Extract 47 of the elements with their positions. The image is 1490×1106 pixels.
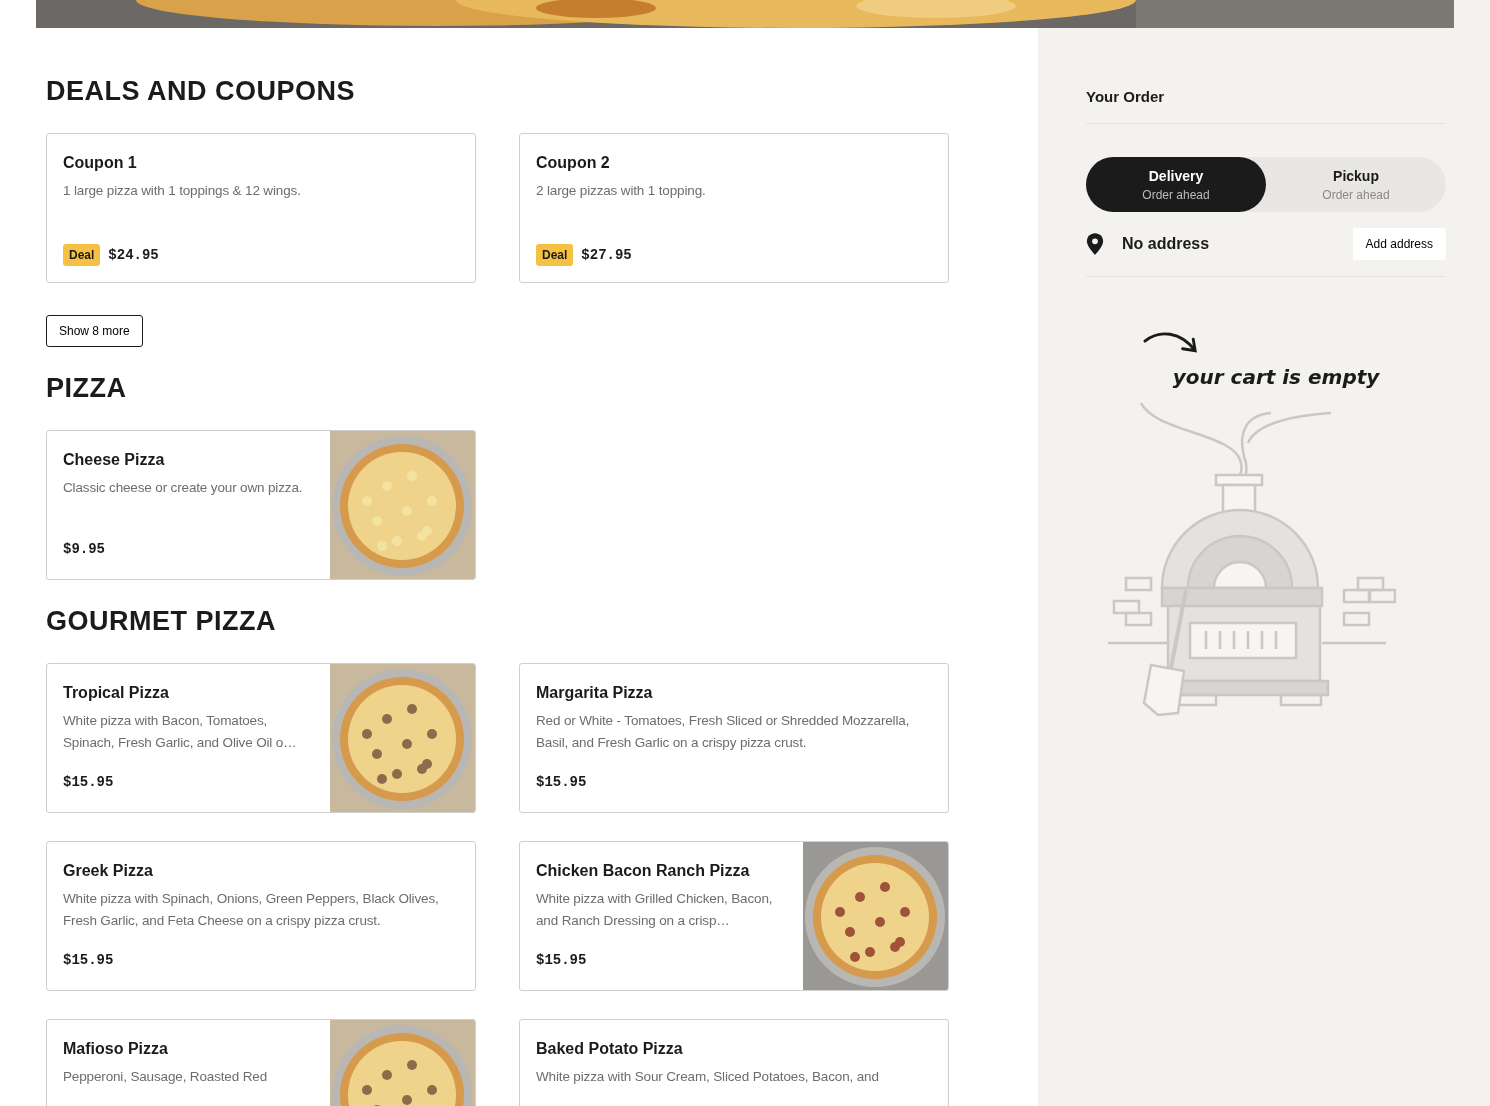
item-description: Classic cheese or create your own pizza. [63,479,304,497]
item-price: $15.95 [536,952,587,968]
add-address-button[interactable]: Add address [1352,228,1446,260]
menu-item-card[interactable]: Chicken Bacon Ranch Pizza White pizza with Grilled Chicken, Bacon, and Ranch Dressing on a crisp… $15.95 [519,841,949,991]
empty-cart-text: your cart is empty [1171,365,1380,389]
item-name: Coupon 2 [536,154,611,172]
item-price: $9.95 [63,541,105,557]
section-heading: DEALS AND COUPONS [46,78,357,105]
item-name: Baked Potato Pizza [536,1040,684,1058]
item-price: $24.95 [108,247,159,263]
show-more-button[interactable]: Show 8 more [46,315,143,347]
deal-badge: Deal [536,244,574,266]
item-description: 2 large pizzas with 1 topping. [536,182,707,200]
item-name: Tropical Pizza [63,684,170,702]
order-title: Your Order [1086,88,1166,107]
order-mode-tab[interactable]: Delivery Order ahead [1086,157,1266,212]
address-text: No address [1122,235,1211,253]
item-name: Cheese Pizza [63,451,166,469]
item-name: Chicken Bacon Ranch Pizza [536,862,751,880]
menu-item-card[interactable]: Mafioso Pizza Pepperoni, Sausage, Roasted Red [46,1019,476,1106]
section-heading: PIZZA [46,375,128,402]
item-price: $15.95 [63,774,114,790]
menu-item-card[interactable]: Tropical Pizza White pizza with Bacon, Tomatoes, Spinach, Fresh Garlic, and Olive Oil o… $15.95 [46,663,476,813]
item-description: White pizza with Spinach, Onions, Green Peppers, Black Olives, Fresh Garlic, and Feta Cheese on a crispy pizza crust. [63,890,440,930]
menu-item-card[interactable]: Cheese Pizza Classic cheese or create your own pizza. $9.95 [46,430,476,580]
menu-item-card[interactable]: Greek Pizza White pizza with Spinach, Onions, Green Peppers, Black Olives, Fresh Garlic, and Feta Cheese on a crispy pizza crust. $15.95 [46,841,476,991]
item-description: White pizza with Grilled Chicken, Bacon, and Ranch Dressing on a crisp… [536,890,774,930]
item-name: Coupon 1 [63,154,138,172]
menu-item-card[interactable]: Coupon 2 2 large pizzas with 1 topping. Deal $27.95 [519,133,949,283]
item-name: Margarita Pizza [536,684,654,702]
location-pin-icon [1086,233,1104,255]
item-name: Greek Pizza [63,862,154,880]
menu-item-card[interactable]: Baked Potato Pizza White pizza with Sour Cream, Sliced Potatoes, Bacon, and [519,1019,949,1106]
section-heading: GOURMET PIZZA [46,608,277,635]
deal-badge: Deal [63,244,101,266]
menu-item-card[interactable]: Margarita Pizza Red or White - Tomatoes, Fresh Sliced or Shredded Mozzarella, Basil, and Fresh Garlic on a crispy pizza crust. $15.95 [519,663,949,813]
item-description: Red or White - Tomatoes, Fresh Sliced or Shredded Mozzarella, Basil, and Fresh Garlic on a crispy pizza crust. [536,712,911,752]
item-description: Pepperoni, Sausage, Roasted Red [63,1068,268,1086]
item-price: $15.95 [536,774,587,790]
item-description: White pizza with Bacon, Tomatoes, Spinach, Fresh Garlic, and Olive Oil o… [63,712,298,752]
item-description: 1 large pizza with 1 toppings & 12 wings. [63,182,302,200]
item-name: Mafioso Pizza [63,1040,169,1058]
item-price: $15.95 [63,952,114,968]
menu-item-card[interactable]: Coupon 1 1 large pizza with 1 toppings & 12 wings. Deal $24.95 [46,133,476,283]
order-mode-tab[interactable]: Pickup Order ahead [1266,157,1446,212]
item-price: $27.95 [581,247,632,263]
item-description: White pizza with Sour Cream, Sliced Potatoes, Bacon, and [536,1068,880,1086]
